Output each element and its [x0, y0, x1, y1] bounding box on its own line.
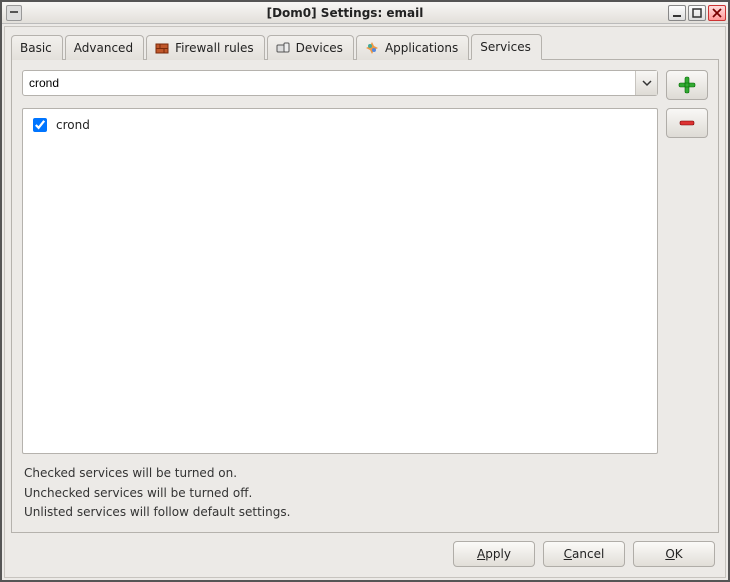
- titlebar: [Dom0] Settings: email: [2, 2, 728, 24]
- tab-advanced[interactable]: Advanced: [65, 35, 144, 60]
- hint-unlisted: Unlisted services will follow default se…: [24, 503, 706, 522]
- tab-label: Applications: [385, 41, 458, 55]
- hint-unchecked: Unchecked services will be turned off.: [24, 484, 706, 503]
- add-service-button[interactable]: [666, 70, 708, 100]
- window-title: [Dom0] Settings: email: [22, 6, 668, 20]
- apply-button[interactable]: Apply: [453, 541, 535, 567]
- list-item[interactable]: crond: [27, 113, 653, 137]
- button-label: Cancel: [564, 547, 605, 561]
- client-area: Basic Advanced Firewall rules Devices: [4, 26, 726, 578]
- button-label: OK: [665, 547, 682, 561]
- close-button[interactable]: [708, 5, 726, 21]
- minimize-button[interactable]: [668, 5, 686, 21]
- tab-label: Advanced: [74, 41, 133, 55]
- dialog-footer: Apply Cancel OK: [11, 533, 719, 571]
- service-side-buttons: [666, 108, 708, 454]
- services-panel: crond Checked services will be turned on…: [11, 59, 719, 533]
- system-menu-icon[interactable]: [6, 5, 22, 21]
- ok-button[interactable]: OK: [633, 541, 715, 567]
- remove-service-button[interactable]: [666, 108, 708, 138]
- tab-label: Firewall rules: [175, 41, 254, 55]
- applications-icon: [365, 41, 379, 55]
- service-checkbox[interactable]: [33, 118, 47, 132]
- tab-label: Devices: [296, 41, 343, 55]
- tab-devices[interactable]: Devices: [267, 35, 354, 60]
- hint-text-block: Checked services will be turned on. Unch…: [22, 462, 708, 522]
- service-list[interactable]: crond: [22, 108, 658, 454]
- tab-applications[interactable]: Applications: [356, 35, 469, 60]
- tab-label: Basic: [20, 41, 52, 55]
- tab-basic[interactable]: Basic: [11, 35, 63, 60]
- service-combo-input[interactable]: [23, 71, 635, 95]
- maximize-button[interactable]: [688, 5, 706, 21]
- service-add-row: [22, 70, 708, 100]
- hint-checked: Checked services will be turned on.: [24, 464, 706, 483]
- tab-label: Services: [480, 40, 531, 54]
- service-combo[interactable]: [22, 70, 658, 96]
- cancel-button[interactable]: Cancel: [543, 541, 625, 567]
- tab-firewall[interactable]: Firewall rules: [146, 35, 265, 60]
- service-item-label: crond: [56, 118, 90, 132]
- service-list-row: crond: [22, 108, 708, 454]
- minus-icon: [677, 113, 697, 133]
- tab-bar: Basic Advanced Firewall rules Devices: [11, 33, 719, 59]
- settings-window: [Dom0] Settings: email Basic Advanced Fi…: [0, 0, 730, 582]
- firewall-icon: [155, 41, 169, 55]
- combo-dropdown-button[interactable]: [635, 71, 657, 95]
- devices-icon: [276, 41, 290, 55]
- button-label: Apply: [477, 547, 511, 561]
- tab-services[interactable]: Services: [471, 34, 542, 60]
- plus-icon: [677, 75, 697, 95]
- chevron-down-icon: [642, 78, 652, 88]
